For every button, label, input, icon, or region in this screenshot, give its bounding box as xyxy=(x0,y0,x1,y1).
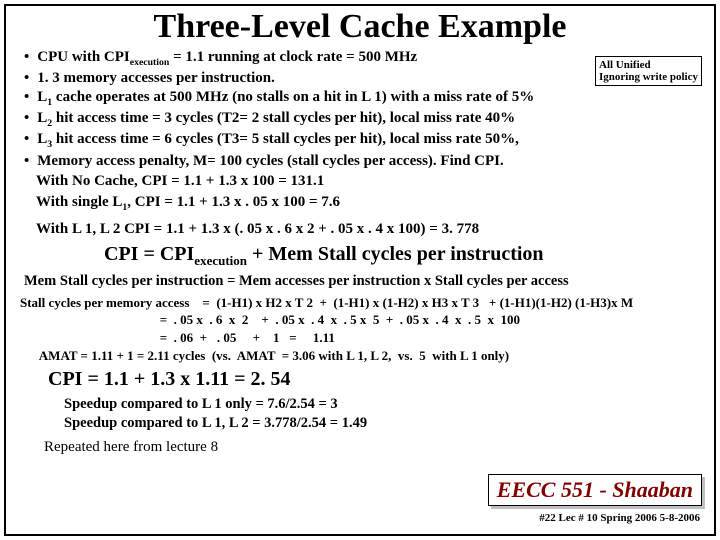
course-badge: EECC 551 - Shaaban xyxy=(488,474,702,506)
bullet-item: L2 hit access time = 3 cycles (T2= 2 sta… xyxy=(24,109,706,130)
cpi-formula: CPI = CPIexecution + Mem Stall cycles pe… xyxy=(104,243,706,269)
amat-line: AMAT = 1.11 + 1 = 2.11 cycles (vs. AMAT … xyxy=(20,347,706,365)
calc-l1: With single L1, CPI = 1.1 + 1.3 x . 05 x… xyxy=(36,193,706,214)
cpi-final: CPI = 1.1 + 1.3 x 1.11 = 2. 54 xyxy=(48,368,706,391)
stall-line-3: = . 06 + . 05 + 1 = 1.11 xyxy=(20,329,706,347)
stall-block: Stall cycles per memory access = (1-H1) … xyxy=(20,294,706,364)
repeat-note: Repeated here from lecture 8 xyxy=(44,439,706,456)
speedup-1: Speedup compared to L 1 only = 7.6/2.54 … xyxy=(64,395,706,414)
bullet-item: L1 cache operates at 500 MHz (no stalls … xyxy=(24,88,706,109)
stall-line-2: = . 05 x . 6 x 2 + . 05 x . 4 x . 5 x 5 … xyxy=(20,311,706,329)
footer-meta: #22 Lec # 10 Spring 2006 5-8-2006 xyxy=(539,512,700,524)
mem-stall-formula: Mem Stall cycles per instruction = Mem a… xyxy=(24,273,706,290)
note-line-2: Ignoring write policy xyxy=(599,71,698,83)
slide-frame: Three-Level Cache Example All Unified Ig… xyxy=(4,4,716,536)
page-title: Three-Level Cache Example xyxy=(14,8,706,46)
stall-line-1: Stall cycles per memory access = (1-H1) … xyxy=(20,294,706,312)
speedup-2: Speedup compared to L 1, L 2 = 3.778/2.5… xyxy=(64,414,706,433)
note-box: All Unified Ignoring write policy xyxy=(595,56,702,86)
note-line-1: All Unified xyxy=(599,59,698,71)
bullet-item: L3 hit access time = 6 cycles (T3= 5 sta… xyxy=(24,130,706,151)
bullet-item: Memory access penalty, M= 100 cycles (st… xyxy=(24,152,706,171)
calc-l1l2: With L 1, L 2 CPI = 1.1 + 1.3 x (. 05 x … xyxy=(36,220,706,239)
calc-no-cache: With No Cache, CPI = 1.1 + 1.3 x 100 = 1… xyxy=(36,172,706,191)
